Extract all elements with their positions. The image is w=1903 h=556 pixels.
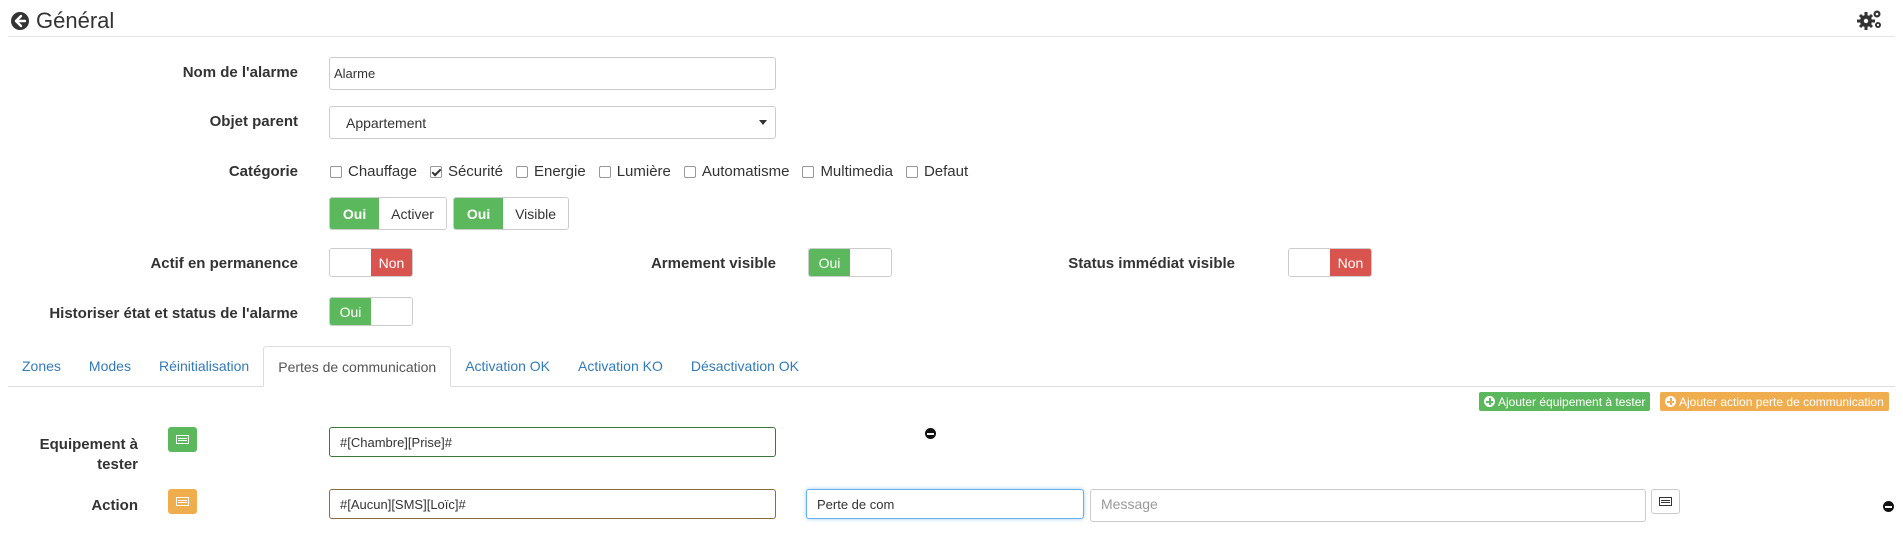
- header-divider: [8, 36, 1895, 37]
- remove-equipment-icon[interactable]: [925, 428, 936, 439]
- action-cmd-input[interactable]: #[Aucun][SMS][Loïc]#: [329, 489, 776, 519]
- chevron-down-icon: [759, 120, 767, 125]
- parent-object-label: Objet parent: [209, 113, 298, 130]
- select-action-button[interactable]: [168, 489, 197, 514]
- action-title-input[interactable]: Perte de com: [806, 489, 1084, 519]
- gears-icon[interactable]: [1857, 8, 1883, 30]
- remove-action-icon[interactable]: [1883, 501, 1894, 512]
- action-label: Action: [91, 497, 138, 514]
- add-action-button[interactable]: Ajouter action perte de communication: [1660, 392, 1889, 411]
- arming-visible-state: Oui: [809, 249, 850, 276]
- arming-visible-switch[interactable]: Oui: [808, 248, 892, 277]
- page-title: Général: [36, 8, 115, 33]
- category-option[interactable]: Lumière: [598, 163, 671, 180]
- add-equipment-button[interactable]: Ajouter équipement à tester: [1479, 392, 1651, 411]
- category-checkboxes: Chauffage Sécurité Energie Lumière Automatis…: [330, 163, 981, 180]
- permanent-label: Actif en permanence: [150, 255, 298, 272]
- alarm-name-input[interactable]: Alarme: [329, 57, 776, 90]
- category-option-label: Automatisme: [701, 163, 790, 180]
- history-label: Historiser état et status de l'alarme: [49, 305, 298, 322]
- plus-circle-icon: [1484, 396, 1495, 407]
- arrow-circle-left-icon[interactable]: [10, 11, 30, 31]
- category-option[interactable]: Chauffage: [330, 163, 417, 180]
- category-option-label: Multimedia: [820, 163, 893, 180]
- category-option-label: Lumière: [616, 163, 671, 180]
- visible-toggle[interactable]: Oui Visible: [453, 197, 569, 230]
- tab-item[interactable]: Pertes de communication: [263, 346, 452, 387]
- activate-toggle[interactable]: Oui Activer: [329, 197, 447, 230]
- list-alt-icon: [176, 497, 189, 506]
- category-checkbox[interactable]: [515, 165, 528, 178]
- activate-on[interactable]: Oui: [330, 198, 380, 229]
- category-label: Catégorie: [228, 163, 298, 180]
- switch-blank: [850, 249, 891, 276]
- category-option[interactable]: Multimedia: [802, 163, 893, 180]
- tab-bar: Zones Modes Réinitialisation Pertes de comm…: [8, 346, 1895, 387]
- status-visible-switch[interactable]: Non: [1288, 248, 1372, 277]
- arming-visible-label: Armement visible: [650, 255, 776, 272]
- tab-item[interactable]: Modes: [75, 346, 145, 386]
- equipment-label: Equipement à tester: [39, 436, 138, 473]
- category-checkbox[interactable]: [330, 165, 342, 178]
- status-visible-label: Status immédiat visible: [1068, 255, 1235, 272]
- category-checkbox[interactable]: [598, 165, 611, 178]
- category-option[interactable]: Defaut: [905, 163, 969, 180]
- plus-circle-icon: [1665, 396, 1676, 407]
- action-message-textarea[interactable]: Message: [1090, 489, 1646, 522]
- visible-on[interactable]: Oui: [454, 198, 504, 229]
- tab-item[interactable]: Désactivation OK: [677, 346, 813, 386]
- tab-item[interactable]: Zones: [8, 346, 75, 386]
- message-editor-button[interactable]: [1651, 489, 1680, 514]
- switch-blank: [371, 298, 412, 325]
- category-option-label: Chauffage: [348, 163, 417, 180]
- category-option-label: Defaut: [923, 163, 969, 180]
- permanent-switch[interactable]: Non: [329, 248, 413, 277]
- history-state: Oui: [330, 298, 371, 325]
- page-header: Général: [10, 8, 114, 34]
- category-checkbox[interactable]: [905, 165, 918, 178]
- alarm-name-label: Nom de l'alarme: [182, 64, 298, 81]
- visible-label[interactable]: Visible: [503, 198, 568, 229]
- category-option[interactable]: Energie: [515, 163, 586, 180]
- category-option-label: Energie: [533, 163, 586, 180]
- permanent-state: Non: [371, 249, 412, 276]
- list-alt-icon: [176, 435, 189, 444]
- status-visible-state: Non: [1330, 249, 1371, 276]
- switch-blank: [1289, 249, 1330, 276]
- parent-object-value: Appartement: [346, 114, 427, 131]
- tab-item[interactable]: Réinitialisation: [145, 346, 263, 386]
- tab-item[interactable]: Activation OK: [451, 346, 564, 386]
- switch-blank: [330, 249, 371, 276]
- parent-object-select[interactable]: Appartement: [329, 106, 776, 139]
- category-checkbox[interactable]: [429, 165, 442, 178]
- add-action-label: Ajouter action perte de communication: [1679, 394, 1884, 409]
- category-checkbox[interactable]: [683, 165, 696, 178]
- equipment-input[interactable]: #[Chambre][Prise]#: [329, 427, 776, 457]
- add-equipment-label: Ajouter équipement à tester: [1498, 394, 1646, 409]
- category-option[interactable]: Sécurité: [429, 163, 503, 180]
- list-alt-icon: [1659, 497, 1672, 506]
- history-switch[interactable]: Oui: [329, 297, 413, 326]
- category-option-label: Sécurité: [447, 163, 503, 180]
- select-equipment-button[interactable]: [168, 427, 197, 452]
- activate-label[interactable]: Activer: [379, 198, 446, 229]
- category-option[interactable]: Automatisme: [683, 163, 790, 180]
- category-checkbox[interactable]: [802, 165, 815, 178]
- tab-item[interactable]: Activation KO: [564, 346, 677, 386]
